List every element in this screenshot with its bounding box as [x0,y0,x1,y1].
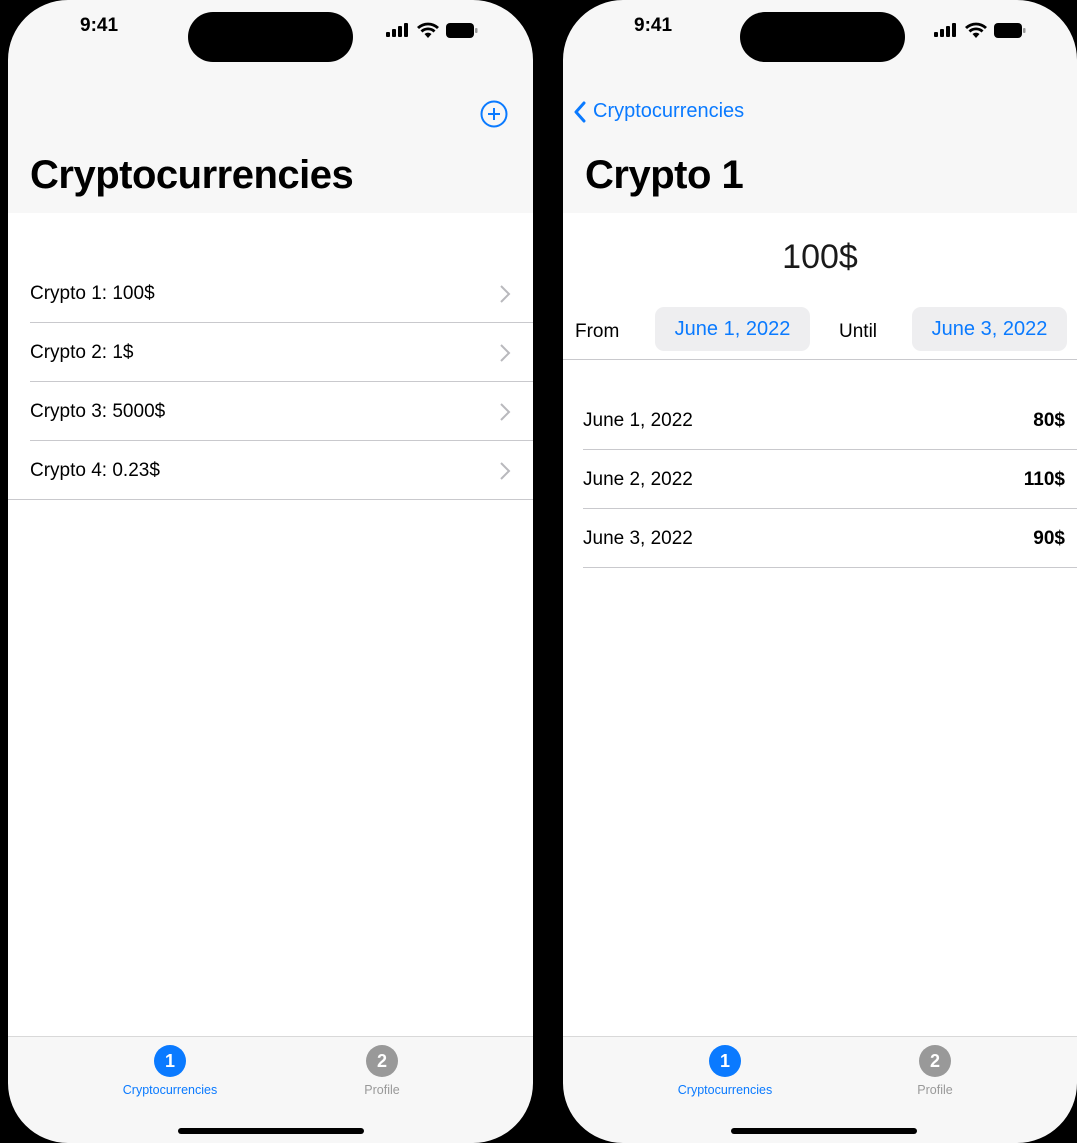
chevron-right-icon [500,402,511,421]
tab-label: Cryptocurrencies [122,1083,218,1097]
add-button[interactable] [478,98,510,130]
history-date: June 2, 2022 [583,468,693,490]
tab-badge-icon: 1 [709,1045,741,1077]
battery-icon [994,22,1026,38]
page-title: Cryptocurrencies [30,153,354,197]
history-value: 80$ [1033,409,1065,431]
until-date-picker[interactable]: June 3, 2022 [912,307,1067,351]
status-time: 9:41 [80,15,119,36]
cellular-signal-icon [386,23,408,37]
tab-badge-icon: 2 [366,1045,398,1077]
navigation-bar: 9:41 Cryptocurrencies [8,0,533,213]
history-date: June 3, 2022 [583,527,693,549]
status-icons [386,22,478,38]
history-row: June 2, 2022 110$ [583,450,1077,509]
home-indicator[interactable] [731,1128,917,1134]
list-item-label: Crypto 1: 100$ [30,282,155,304]
back-button[interactable]: Cryptocurrencies [573,100,744,123]
tab-badge-icon: 2 [919,1045,951,1077]
home-indicator[interactable] [178,1128,364,1134]
cellular-signal-icon [934,23,956,37]
chevron-right-icon [500,284,511,303]
chevron-right-icon [500,343,511,362]
tab-badge-icon: 1 [154,1045,186,1077]
chevron-right-icon [500,461,511,480]
until-label: Until [839,321,878,342]
crypto-list: Crypto 1: 100$ Crypto 2: 1$ Crypto 3: 50… [8,264,533,500]
divider [583,567,1077,568]
tab-profile[interactable]: 2 Profile [835,1045,1035,1097]
back-button-label: Cryptocurrencies [593,100,745,122]
history-row: June 1, 2022 80$ [583,391,1077,450]
tab-bar: 1 Cryptocurrencies 2 Profile [563,1036,1077,1143]
list-item-label: Crypto 4: 0.23$ [30,459,160,481]
from-date-picker[interactable]: June 1, 2022 [655,307,810,351]
history-value: 110$ [1023,468,1065,490]
wifi-icon [417,22,439,38]
list-item-crypto-3[interactable]: Crypto 3: 5000$ [8,382,533,441]
history-row: June 3, 2022 90$ [583,509,1077,568]
list-item-crypto-2[interactable]: Crypto 2: 1$ [8,323,533,382]
tab-profile[interactable]: 2 Profile [282,1045,482,1097]
tab-bar: 1 Cryptocurrencies 2 Profile [8,1036,533,1143]
history-date: June 1, 2022 [583,409,693,431]
tab-cryptocurrencies[interactable]: 1 Cryptocurrencies [625,1045,825,1097]
tab-cryptocurrencies[interactable]: 1 Cryptocurrencies [70,1045,270,1097]
list-item-label: Crypto 3: 5000$ [30,400,166,422]
detail-screen: 9:41 Cryptocurrencies Crypto 1 100$ From… [563,0,1077,1143]
list-item-crypto-1[interactable]: Crypto 1: 100$ [8,264,533,323]
current-price: 100$ [782,238,858,276]
wifi-icon [965,22,987,38]
date-range-bar: From June 1, 2022 Until June 3, 2022 [563,307,1077,360]
list-item-label: Crypto 2: 1$ [30,341,134,363]
dynamic-island [740,12,905,62]
status-icons [934,22,1026,38]
dynamic-island [188,12,353,62]
divider [8,499,533,500]
tab-label: Cryptocurrencies [677,1083,773,1097]
chevron-left-icon [574,101,586,122]
navigation-bar: 9:41 Cryptocurrencies Crypto 1 [563,0,1077,213]
status-time: 9:41 [634,15,673,36]
from-label: From [575,321,620,342]
list-item-crypto-4[interactable]: Crypto 4: 0.23$ [8,441,533,500]
history-value: 90$ [1033,527,1065,549]
tab-label: Profile [364,1083,400,1097]
price-history-list: June 1, 2022 80$ June 2, 2022 110$ June … [583,391,1077,568]
page-title: Crypto 1 [585,153,744,197]
tab-label: Profile [917,1083,953,1097]
battery-icon [446,22,478,38]
list-screen: 9:41 Cryptocurrencies Crypto 1: 100$ Cry… [8,0,533,1143]
